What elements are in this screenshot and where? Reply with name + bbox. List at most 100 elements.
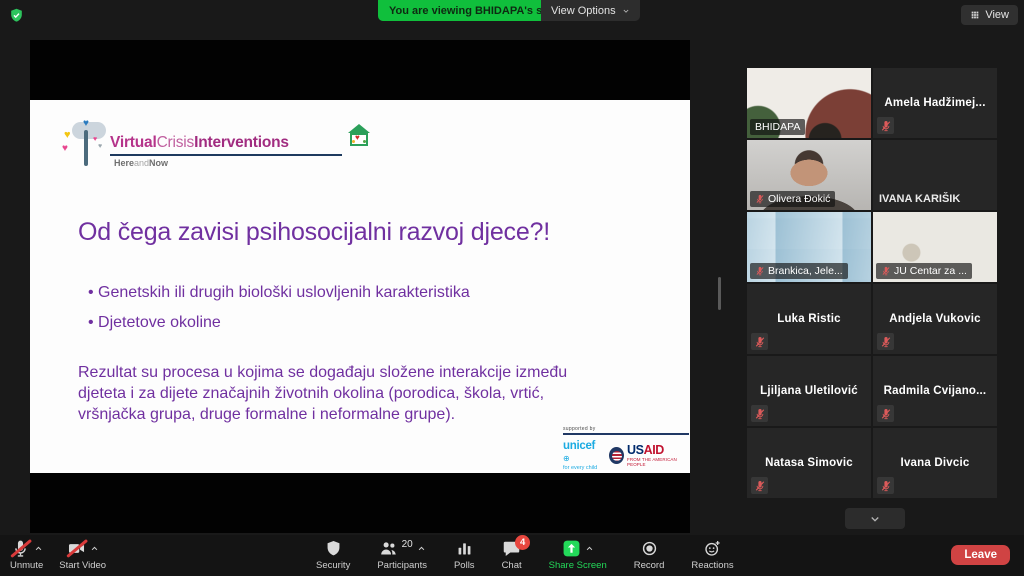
toolbar-item-security[interactable]: Security: [316, 538, 350, 571]
toolbar-item-label: Start Video: [59, 560, 106, 571]
logo-tree-icon: ♥ ♥ ♥ ♥ ♥: [66, 122, 110, 170]
shared-screen-area: ♥ ♥ ♥ ♥ ♥ VirtualCrisisInterventions Her…: [30, 40, 690, 533]
supported-by-label: supported by: [563, 426, 689, 432]
muted-mic-icon: [877, 333, 894, 350]
view-button-label: View: [985, 9, 1009, 21]
participant-tile-luka-ristic[interactable]: Luka Ristic: [747, 284, 871, 354]
caret-up-icon[interactable]: [585, 544, 594, 553]
participants-grid: BHIDAPA Amela Hadžimej... Olivera Đokić IVA…: [747, 68, 997, 498]
view-button[interactable]: View: [961, 5, 1018, 25]
caret-up-icon[interactable]: [90, 544, 99, 553]
video-icon: [67, 539, 86, 558]
leave-button[interactable]: Leave: [951, 545, 1010, 565]
toolbar-item-label: Reactions: [691, 560, 733, 571]
slide-paragraph: Rezultat su procesa u kojima se događaju…: [78, 362, 698, 425]
participant-tile-ju-centar-za[interactable]: JU Centar za ...: [873, 212, 997, 282]
logo-subtitle-part: and: [134, 158, 149, 168]
panel-resize-handle[interactable]: [718, 277, 721, 310]
muted-mic-icon: [751, 477, 768, 494]
presentation-slide: ♥ ♥ ♥ ♥ ♥ VirtualCrisisInterventions Her…: [30, 100, 690, 473]
people-icon: [379, 539, 398, 558]
toolbar-item-polls[interactable]: Polls: [454, 538, 475, 571]
logo-subtitle-part: Here: [114, 158, 134, 168]
chevron-down-icon: [622, 7, 630, 15]
chevron-down-icon: [869, 513, 881, 525]
participant-name: IVANA KARIŠIK: [879, 193, 960, 205]
participants-count: 20: [402, 539, 413, 550]
toolbar-item-record[interactable]: Record: [634, 538, 665, 571]
unicef-logo: unicef ⊕ for every child: [563, 440, 600, 471]
participant-tile-ljiljana-uletilovi[interactable]: Ljiljana Uletilović: [747, 356, 871, 426]
toolbar-item-label: Chat: [502, 560, 522, 571]
slide-title: Od čega zavisi psihosocijalni razvoj dje…: [78, 218, 550, 247]
usaid-wordmark: AID: [644, 443, 664, 457]
share-icon: [562, 539, 581, 558]
sponsor-logos: supported by unicef ⊕ for every child US…: [563, 426, 689, 471]
participant-tile-amela-had-imej[interactable]: Amela Hadžimej...: [873, 68, 997, 138]
view-options-button[interactable]: View Options: [541, 0, 640, 21]
logo-subtitle-part: Now: [149, 158, 168, 168]
vci-logo: ♥ ♥ ♥ ♥ ♥ VirtualCrisisInterventions Her…: [66, 122, 370, 170]
usaid-logo: USAID FROM THE AMERICAN PEOPLE: [609, 444, 689, 468]
participant-name: Brankica, Jele...: [750, 263, 848, 279]
muted-mic-icon: [877, 405, 894, 422]
toolbar-item-start-video[interactable]: Start Video: [59, 538, 106, 571]
caret-up-icon[interactable]: [34, 544, 43, 553]
participant-tile-ivana-divcic[interactable]: Ivana Divcic: [873, 428, 997, 498]
view-options-label: View Options: [551, 5, 616, 17]
encryption-shield-icon[interactable]: [8, 7, 25, 24]
zoom-meeting-window: You are viewing BHIDAPA's screen View Op…: [0, 0, 1024, 576]
participant-name: BHIDAPA: [750, 119, 805, 135]
toolbar-item-label: Share Screen: [549, 560, 607, 571]
unicef-wordmark: unicef: [563, 440, 595, 452]
logo-brand-part: Interventions: [194, 134, 289, 151]
meeting-toolbar: Unmute Start Video Security 20 Participants…: [0, 535, 1024, 576]
chat-unread-badge: 4: [515, 535, 530, 550]
unicef-tagline: for every child: [563, 465, 600, 471]
usaid-tagline: FROM THE AMERICAN PEOPLE: [627, 457, 689, 467]
logo-brand-part: Crisis: [157, 134, 195, 151]
logo-rule: [110, 154, 342, 156]
toolbar-item-chat[interactable]: 4Chat: [502, 538, 522, 571]
toolbar-item-share-screen[interactable]: Share Screen: [549, 538, 607, 571]
toolbar-item-label: Security: [316, 560, 350, 571]
muted-mic-icon: [877, 477, 894, 494]
participant-tile-natasa-simovic[interactable]: Natasa Simovic: [747, 428, 871, 498]
participant-tile-radmila-cvijano[interactable]: Radmila Cvijano...: [873, 356, 997, 426]
participant-tile-ivana-kari-ik[interactable]: IVANA KARIŠIK: [873, 140, 997, 210]
slide-bullet: Djetetove okoline: [88, 314, 470, 332]
slide-bullet-list: Genetskih ili drugih biološki uslovljeni…: [88, 284, 470, 344]
participant-tile-brankica-jele[interactable]: Brankica, Jele...: [747, 212, 871, 282]
logo-house-icon: ♥: [348, 124, 370, 148]
muted-mic-icon: [751, 333, 768, 350]
logo-brand: VirtualCrisisInterventions: [110, 134, 342, 152]
grid-view-icon: [970, 10, 980, 20]
toolbar-item-label: Unmute: [10, 560, 43, 571]
muted-mic-icon: [751, 405, 768, 422]
shield-icon: [324, 539, 343, 558]
participant-name: Olivera Đokić: [750, 191, 835, 207]
muted-mic-icon: [881, 266, 891, 276]
toolbar-center: Security20ParticipantsPolls4ChatShare Sc…: [316, 538, 734, 571]
slide-bullet: Genetskih ili drugih biološki uslovljeni…: [88, 284, 470, 302]
usaid-emblem-icon: [609, 447, 624, 464]
toolbar-item-reactions[interactable]: Reactions: [691, 538, 733, 571]
toolbar-item-label: Record: [634, 560, 665, 571]
participants-scroll-down-button[interactable]: [845, 508, 905, 529]
muted-mic-icon: [755, 194, 765, 204]
caret-up-icon[interactable]: [417, 544, 426, 553]
sponsor-rule: [563, 433, 689, 435]
muted-mic-icon: [755, 266, 765, 276]
bars-icon: [455, 539, 474, 558]
toolbar-item-unmute[interactable]: Unmute: [10, 538, 43, 571]
logo-subtitle: HereandNow: [110, 158, 342, 168]
participant-tile-olivera-oki[interactable]: Olivera Đokić: [747, 140, 871, 210]
toolbar-item-label: Participants: [377, 560, 427, 571]
unicef-globe-icon: ⊕: [563, 454, 569, 463]
smiley-icon: [703, 539, 722, 558]
participant-tile-andjela-vukovic[interactable]: Andjela Vukovic: [873, 284, 997, 354]
toolbar-item-participants[interactable]: 20 Participants: [377, 538, 427, 571]
participant-tile-bhidapa[interactable]: BHIDAPA: [747, 68, 871, 138]
toolbar-left: Unmute Start Video: [10, 538, 106, 571]
muted-mic-icon: [877, 117, 894, 134]
